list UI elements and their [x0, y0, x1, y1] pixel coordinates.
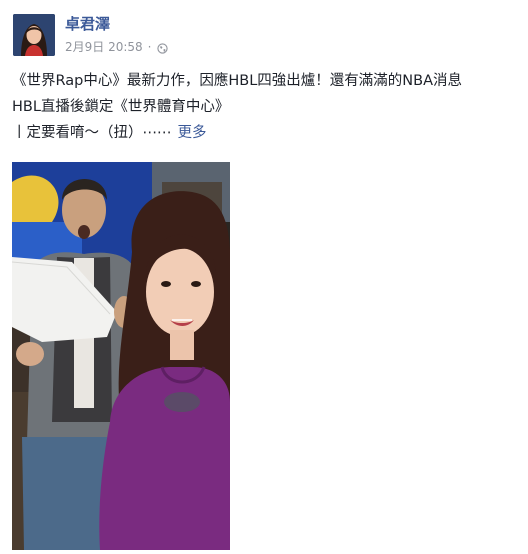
video-thumbnail[interactable]: [12, 162, 230, 550]
post-text-line-2: HBL直播後鎖定《世界體育中心》: [12, 99, 230, 115]
facebook-post: 卓君澤 2月9日 20:58 · 《世界Rap中心》最新力作，因應HBL四強出爐…: [0, 0, 528, 554]
post-text: 《世界Rap中心》最新力作，因應HBL四強出爐！還有滿滿的NBA消息 HBL直播…: [12, 68, 517, 146]
video-frame-image: [12, 162, 230, 550]
post-text-line-3-content: 丨定要看唷～（扭）⋯⋯: [12, 125, 172, 141]
see-more-link[interactable]: 更多: [178, 125, 207, 141]
post-text-line-1: 《世界Rap中心》最新力作，因應HBL四強出爐！還有滿滿的NBA消息: [12, 73, 462, 89]
author-avatar[interactable]: [13, 14, 55, 56]
globe-icon[interactable]: [156, 42, 168, 54]
post-meta: 2月9日 20:58 ·: [65, 39, 168, 55]
avatar-image: [13, 14, 55, 56]
author-name[interactable]: 卓君澤: [65, 14, 110, 34]
post-text-line-3: 丨定要看唷～（扭）⋯⋯ 更多: [12, 120, 517, 146]
meta-separator: ·: [147, 40, 152, 54]
post-timestamp[interactable]: 2月9日 20:58: [65, 39, 143, 55]
